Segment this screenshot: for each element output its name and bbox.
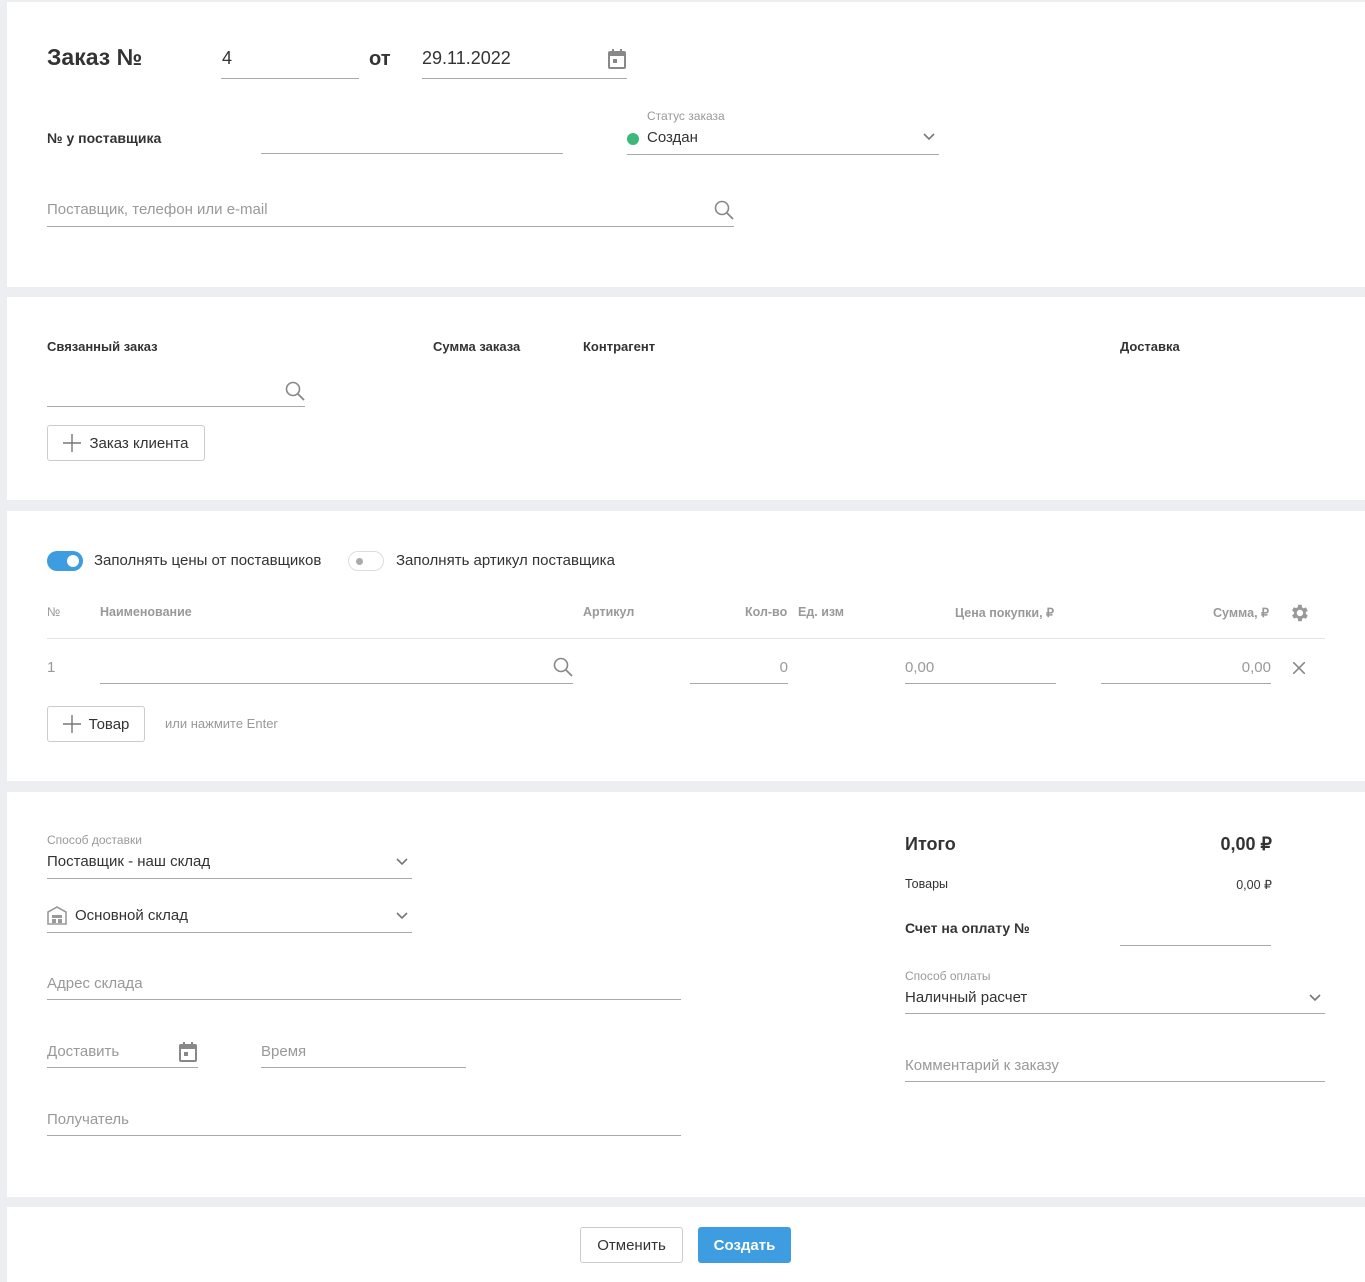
- warehouse-icon: [47, 905, 67, 925]
- col-article: Артикул: [583, 605, 635, 619]
- col-price: Цена покупки, ₽: [955, 606, 1054, 620]
- invoice-number-input[interactable]: [1120, 917, 1271, 945]
- toggle-fill-prices-label: Заполнять цены от поставщиков: [94, 552, 322, 569]
- search-icon[interactable]: [285, 381, 305, 401]
- add-client-order-button[interactable]: Заказ клиента: [47, 425, 205, 461]
- toggle-fill-article-label: Заполнять артикул поставщика: [396, 552, 615, 569]
- col-order-sum: Сумма заказа: [433, 339, 521, 354]
- enter-hint: или нажмите Enter: [165, 716, 278, 731]
- from-label: от: [369, 48, 391, 70]
- search-icon[interactable]: [553, 657, 573, 677]
- item-name-input[interactable]: [100, 659, 573, 683]
- col-sum: Сумма, ₽: [1213, 606, 1269, 620]
- cancel-button[interactable]: Отменить: [580, 1227, 683, 1263]
- time-input[interactable]: Время: [261, 1043, 306, 1060]
- add-item-button[interactable]: Товар: [47, 706, 145, 742]
- footer-bar: Отменить Создать: [7, 1207, 1365, 1282]
- create-button[interactable]: Создать: [698, 1227, 791, 1263]
- deliver-date-input[interactable]: Доставить: [47, 1043, 119, 1060]
- price-input[interactable]: 0,00: [905, 659, 934, 676]
- chevron-down-icon[interactable]: [923, 133, 935, 141]
- add-client-order-label: Заказ клиента: [89, 434, 189, 452]
- goods-value: 0,00 ₽: [1236, 878, 1272, 892]
- chevron-down-icon[interactable]: [396, 858, 408, 866]
- status-select[interactable]: Создан: [647, 129, 698, 146]
- status-dot: [627, 133, 639, 145]
- gear-icon[interactable]: [1288, 602, 1310, 624]
- invoice-label: Счет на оплату №: [905, 920, 1030, 936]
- delivery-card: Способ доставки Поставщик - наш склад Ос…: [7, 792, 1365, 1197]
- warehouse-address-input[interactable]: Адрес склада: [47, 975, 143, 992]
- order-number-input[interactable]: 4: [222, 48, 232, 69]
- status-label: Статус заказа: [647, 109, 725, 123]
- col-no: №: [47, 605, 61, 619]
- warehouse-select[interactable]: Основной склад: [75, 907, 188, 924]
- close-icon[interactable]: [1293, 662, 1305, 674]
- linked-order-search-input[interactable]: [47, 377, 305, 407]
- items-card: Заполнять цены от поставщиков Заполнять …: [7, 511, 1365, 781]
- recipient-input[interactable]: Получатель: [47, 1111, 129, 1128]
- col-counterparty: Контрагент: [583, 339, 656, 354]
- col-name: Наименование: [100, 605, 192, 619]
- payment-method-label: Способ оплаты: [905, 969, 991, 983]
- sum-input[interactable]: 0,00: [1101, 659, 1271, 676]
- plus-icon: [63, 434, 82, 452]
- add-item-label: Товар: [88, 715, 130, 733]
- calendar-icon[interactable]: [608, 49, 626, 69]
- supplier-search-input[interactable]: Поставщик, телефон или e-mail: [47, 201, 268, 218]
- plus-icon: [62, 715, 81, 733]
- search-icon[interactable]: [714, 200, 734, 220]
- qty-input[interactable]: 0: [690, 659, 788, 676]
- order-comment-input[interactable]: Комментарий к заказу: [905, 1057, 1059, 1074]
- order-date-input[interactable]: 29.11.2022: [422, 48, 511, 69]
- toggle-fill-prices[interactable]: [47, 551, 83, 571]
- delivery-method-select[interactable]: Поставщик - наш склад: [47, 853, 210, 870]
- chevron-down-icon[interactable]: [1309, 994, 1321, 1002]
- delivery-method-label: Способ доставки: [47, 833, 142, 847]
- total-value: 0,00 ₽: [1220, 834, 1273, 854]
- chevron-down-icon[interactable]: [396, 912, 408, 920]
- order-header-card: Заказ № 4 от 29.11.2022 № у поставщика С…: [7, 2, 1365, 287]
- calendar-icon[interactable]: [179, 1042, 197, 1062]
- linked-orders-card: Связанный заказ Сумма заказа Контрагент …: [7, 297, 1365, 500]
- supplier-number-label: № у поставщика: [47, 130, 162, 146]
- col-delivery: Доставка: [1120, 339, 1180, 354]
- col-unit: Ед. изм: [798, 605, 845, 619]
- page-title: Заказ №: [47, 44, 143, 70]
- payment-method-select[interactable]: Наличный расчет: [905, 989, 1027, 1006]
- toggle-fill-article[interactable]: [348, 551, 384, 571]
- row-number: 1: [47, 659, 56, 676]
- total-label: Итого: [905, 834, 956, 854]
- col-linked-order: Связанный заказ: [47, 339, 158, 354]
- col-qty: Кол-во: [745, 605, 788, 619]
- goods-label: Товары: [905, 877, 948, 891]
